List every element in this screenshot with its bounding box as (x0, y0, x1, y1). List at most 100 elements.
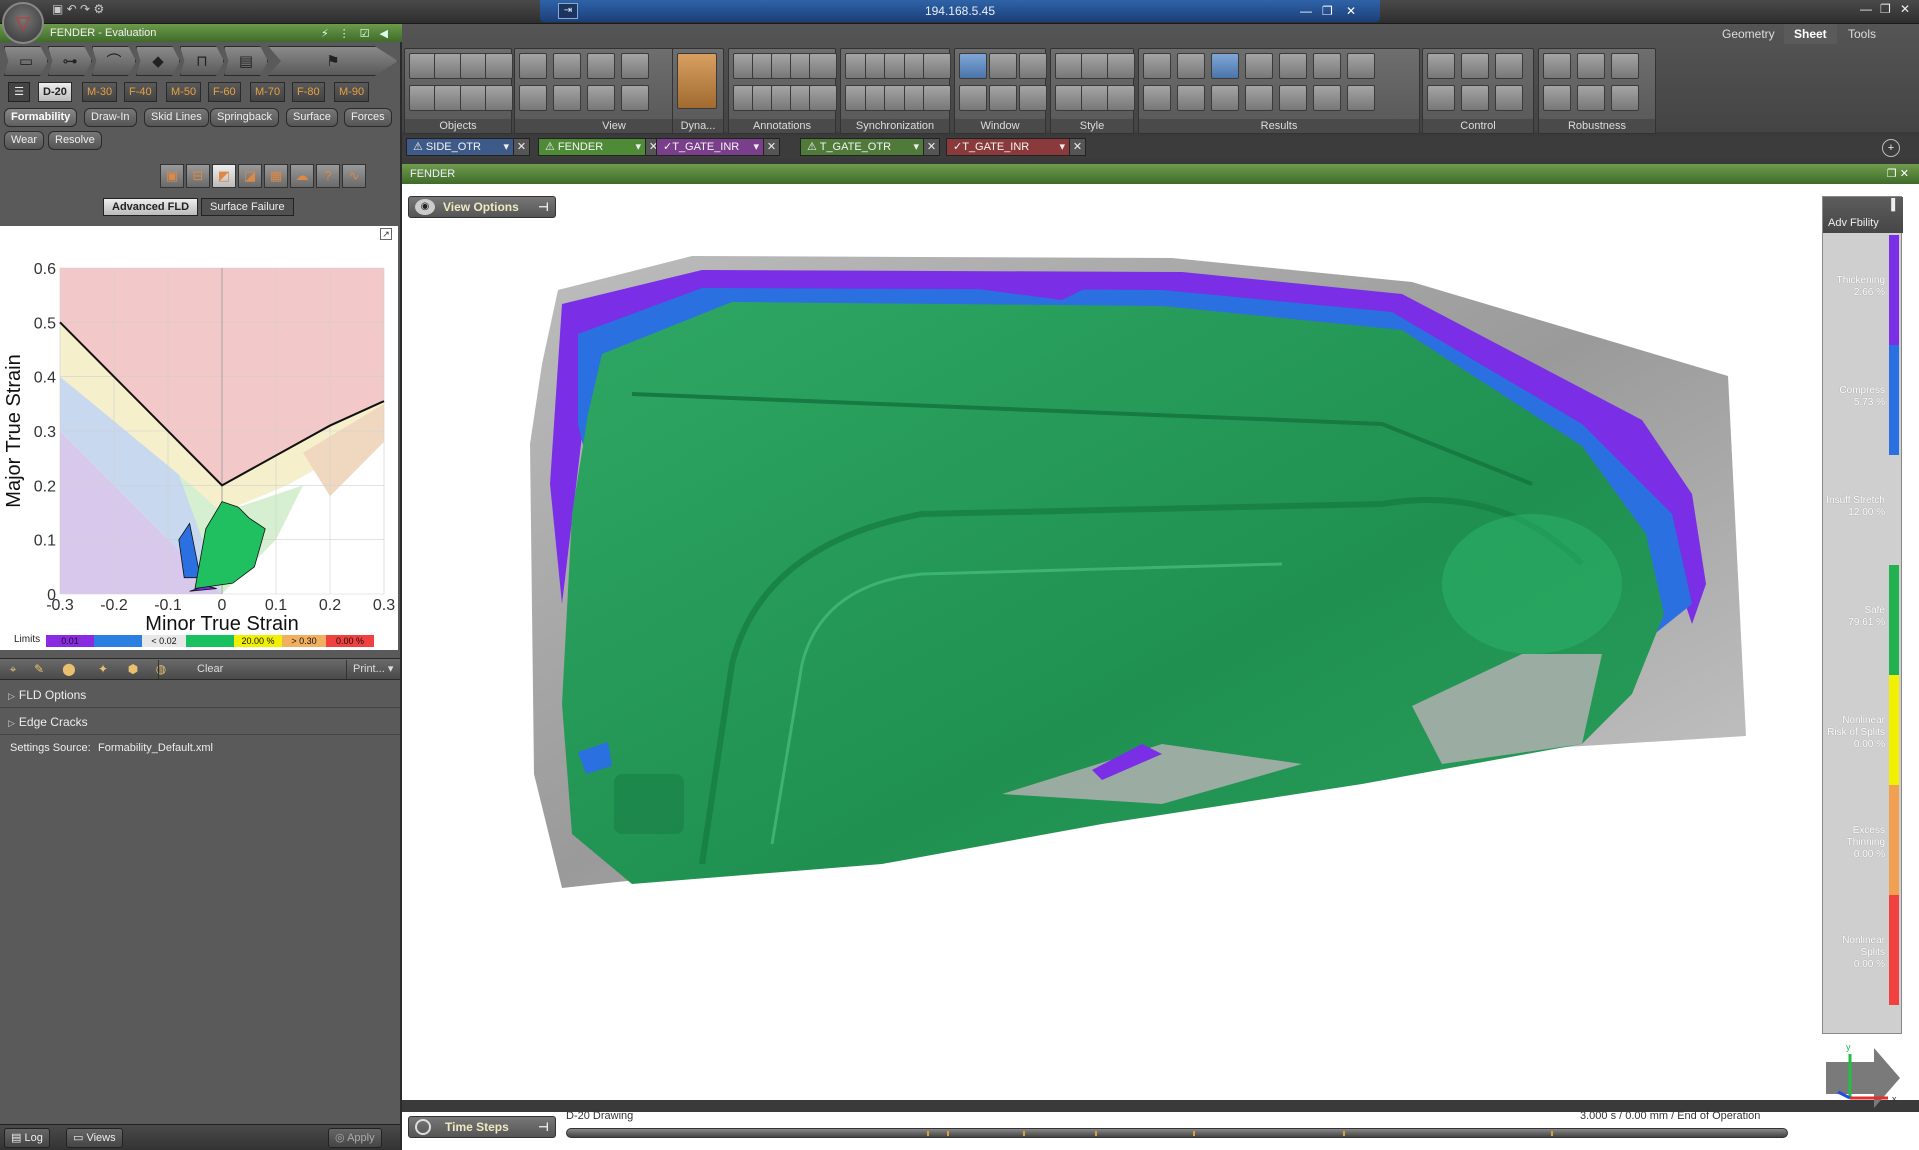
tab-sheet[interactable]: Sheet (1784, 24, 1837, 44)
view-options-button[interactable]: ◉ View Options ⊣ (408, 196, 556, 218)
ribbon-tool-icon[interactable] (1177, 85, 1205, 111)
ribbon-tool-icon[interactable] (1211, 53, 1239, 79)
tab-tools[interactable]: Tools (1838, 24, 1886, 44)
stage-draw-icon[interactable]: ⌒ (92, 46, 136, 76)
time-step-slider[interactable] (566, 1128, 1788, 1138)
ribbon-tool-icon[interactable] (553, 53, 581, 79)
doc-tab-fender[interactable]: ⚠ FENDER ▾ ✕ (538, 138, 662, 156)
ribbon-tool-icon[interactable] (459, 53, 488, 79)
doc-tab-side-otr[interactable]: ⚠ SIDE_OTR ▾ ✕ (406, 138, 530, 156)
ribbon-tool-icon[interactable] (1313, 53, 1341, 79)
restore-remote-icon[interactable]: ❐ (1322, 0, 1333, 22)
mode-formability[interactable]: Formability (4, 108, 78, 127)
ribbon-tool-icon[interactable] (1107, 53, 1135, 79)
ribbon-tool-icon[interactable] (1611, 85, 1639, 111)
fender-part-render[interactable] (402, 184, 1919, 1100)
ribbon-tool-icon[interactable] (1427, 53, 1455, 79)
ribbon-tool-icon[interactable] (485, 85, 513, 111)
operation-tab-m90[interactable]: M-90 (334, 82, 370, 102)
element-icon[interactable]: ⬢ (124, 661, 142, 678)
operation-tab-m70[interactable]: M-70 (250, 82, 286, 102)
limit-insuff-stretch[interactable]: < 0.02 (142, 635, 186, 647)
operation-tab-m50[interactable]: M-50 (166, 82, 202, 102)
views-button[interactable]: ▭ Views (66, 1128, 123, 1148)
chevron-down-icon[interactable]: ▾ (913, 139, 919, 155)
ribbon-tool-icon[interactable] (1347, 53, 1375, 79)
chevron-down-icon[interactable]: ▾ (753, 139, 759, 155)
fld-chart-icon[interactable]: ▣ (160, 164, 184, 188)
mode-forces[interactable]: Forces (344, 108, 392, 127)
time-steps-button[interactable]: Time Steps ⊣ (408, 1116, 556, 1138)
axis-triad[interactable]: y x (1824, 1040, 1904, 1114)
ribbon-tool-icon[interactable] (621, 53, 649, 79)
ribbon-tool-icon[interactable] (434, 85, 463, 111)
chevron-down-icon[interactable]: ▾ (635, 139, 641, 155)
operation-tab-f80[interactable]: F-80 (292, 82, 325, 102)
fld-zone-icon[interactable]: ⊟ (186, 164, 210, 188)
brush-icon[interactable]: ⬤ (60, 661, 78, 678)
ribbon-tool-icon[interactable] (923, 85, 951, 111)
ribbon-tool-icon[interactable] (1143, 53, 1171, 79)
doc-tab-t-gate-inr-2[interactable]: ✓T_GATE_INR ▾ ✕ (946, 138, 1086, 156)
ribbon-tool-icon[interactable] (959, 85, 987, 111)
print-button[interactable]: Print... ▾ (346, 660, 400, 679)
stage-trim-icon[interactable]: ◆ (136, 46, 180, 76)
ribbon-tool-icon[interactable] (1081, 85, 1109, 111)
fld-layers-icon[interactable]: ▦ (264, 164, 288, 188)
close-tab-icon[interactable]: ✕ (763, 139, 779, 155)
pick-icon[interactable]: ✎ (30, 661, 48, 678)
tab-surface-failure[interactable]: Surface Failure (201, 198, 294, 216)
ribbon-tool-icon[interactable] (621, 85, 649, 111)
restore-icon[interactable]: ❐ (1880, 2, 1891, 16)
ribbon-tool-icon[interactable] (1543, 85, 1571, 111)
chevron-down-icon[interactable]: ▾ (503, 139, 509, 155)
stage-press-icon[interactable]: ⊓ (180, 46, 224, 76)
add-tab-icon[interactable]: + (1882, 139, 1900, 157)
ribbon-tool-icon[interactable] (923, 53, 951, 79)
ribbon-tool-icon[interactable] (1347, 85, 1375, 111)
apply-button[interactable]: ◎ Apply (328, 1128, 382, 1148)
probe-icon[interactable]: ✦ (94, 661, 112, 678)
limit-risk[interactable]: 20.00 % (234, 635, 282, 647)
ribbon-tool-icon[interactable] (1279, 53, 1307, 79)
ribbon-tool-icon[interactable] (1495, 85, 1523, 111)
stage-blank-icon[interactable]: ▭ (4, 46, 48, 76)
operation-tab-m30[interactable]: M-30 (82, 82, 118, 102)
ribbon-tool-icon[interactable] (485, 53, 513, 79)
ribbon-tool-icon[interactable] (1495, 53, 1523, 79)
operation-tab-f40[interactable]: F-40 (124, 82, 157, 102)
limit-compress[interactable] (94, 635, 142, 647)
ribbon-tool-icon[interactable] (1211, 85, 1239, 111)
fld-curve-icon[interactable]: ∿ (342, 164, 366, 188)
ribbon-tool-icon[interactable] (989, 53, 1017, 79)
fld-diagram-icon[interactable]: ◩ (212, 164, 236, 188)
close-remote-icon[interactable]: ✕ (1346, 0, 1356, 22)
ribbon-tool-icon[interactable] (1577, 85, 1605, 111)
mode-surface[interactable]: Surface (286, 108, 338, 127)
ribbon-tool-icon[interactable] (959, 53, 987, 79)
doc-tab-t-gate-inr[interactable]: ✓T_GATE_INR ▾ ✕ (656, 138, 780, 156)
panel-header-icons[interactable]: ⚡⋮☑◀ (321, 25, 398, 43)
fld-cloud-icon[interactable]: ☁ (290, 164, 314, 188)
tab-advanced-fld[interactable]: Advanced FLD (103, 198, 199, 216)
ribbon-tool-icon[interactable] (459, 85, 488, 111)
ribbon-tool-icon[interactable] (809, 53, 837, 79)
legend-pin-icon[interactable]: ▐ (1887, 199, 1895, 211)
pin-icon[interactable]: ⇥ (558, 3, 578, 19)
ribbon-tool-icon[interactable] (1019, 85, 1047, 111)
operation-tab-f60[interactable]: F-60 (208, 82, 241, 102)
log-button[interactable]: ▤ Log (4, 1128, 50, 1148)
operation-tab-d20[interactable]: D-20 (38, 82, 72, 102)
minimize-icon[interactable]: — (1860, 2, 1872, 16)
ribbon-tool-icon[interactable] (553, 85, 581, 111)
expand-chart-icon[interactable]: ↗ (380, 228, 392, 240)
stage-monitor-icon[interactable]: ▤ (224, 46, 268, 76)
edge-cracks-section[interactable]: ▷ Edge Cracks (0, 709, 400, 735)
ribbon-tool-icon[interactable] (809, 85, 837, 111)
limit-thinning[interactable]: > 0.30 (282, 635, 326, 647)
mode-resolve[interactable]: Resolve (48, 131, 102, 150)
ribbon-tool-icon[interactable] (587, 53, 615, 79)
ribbon-tool-icon[interactable] (519, 53, 547, 79)
ribbon-tool-icon[interactable] (434, 53, 463, 79)
ribbon-tool-icon[interactable] (1019, 53, 1047, 79)
